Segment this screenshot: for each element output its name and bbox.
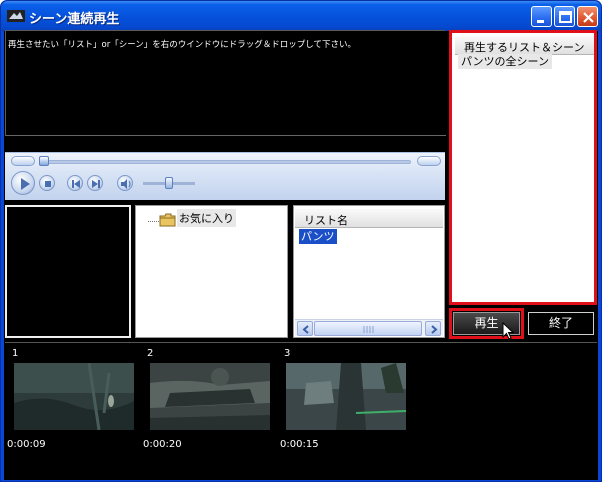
list-header[interactable]: リスト名 bbox=[295, 209, 443, 228]
scene-strip: 1 0:00:09 2 0:00:20 3 0:00:15 bbox=[5, 342, 597, 479]
folder-icon bbox=[159, 213, 176, 227]
window-title: シーン連続再生 bbox=[29, 12, 120, 27]
mouse-cursor-icon bbox=[502, 322, 515, 340]
tree-connector bbox=[148, 221, 159, 222]
chevron-right-icon bbox=[431, 325, 438, 334]
mute-button[interactable] bbox=[117, 175, 133, 191]
list-item[interactable]: パンツ bbox=[299, 229, 337, 244]
volume-handle[interactable] bbox=[165, 177, 173, 189]
play-list-panel[interactable]: 再生するリスト＆シーン パンツの全シーン bbox=[449, 30, 597, 305]
video-display[interactable]: 再生させたい「リスト」or「シーン」を右のウインドウにドラッグ＆ドロップして下さ… bbox=[5, 30, 446, 136]
scene-number: 1 bbox=[12, 348, 19, 359]
instruction-text: 再生させたい「リスト」or「シーン」を右のウインドウにドラッグ＆ドロップして下さ… bbox=[8, 40, 357, 50]
tree-item-favorites[interactable]: お気に入り bbox=[177, 209, 236, 227]
end-button[interactable]: 終了 bbox=[528, 312, 594, 335]
next-icon bbox=[92, 180, 100, 188]
close-button[interactable] bbox=[577, 6, 598, 27]
seek-forward-button[interactable] bbox=[417, 156, 441, 166]
list-header-label: リスト名 bbox=[304, 214, 348, 227]
scene-duration: 0:00:15 bbox=[280, 439, 319, 450]
play-list-header-label: 再生するリスト＆シーン bbox=[464, 41, 585, 54]
next-button[interactable] bbox=[87, 175, 103, 191]
chevron-left-icon bbox=[302, 325, 309, 334]
play-list-item[interactable]: パンツの全シーン bbox=[458, 54, 552, 69]
scene-duration: 0:00:20 bbox=[143, 439, 182, 450]
stop-icon bbox=[45, 181, 51, 187]
speaker-icon bbox=[121, 179, 131, 189]
player-controls bbox=[5, 152, 445, 200]
play-control-button[interactable] bbox=[11, 171, 35, 195]
scroll-right-button[interactable] bbox=[425, 321, 441, 336]
maximize-button[interactable] bbox=[554, 6, 575, 27]
seek-handle[interactable] bbox=[39, 156, 49, 166]
stop-button[interactable] bbox=[39, 175, 55, 191]
play-icon bbox=[21, 178, 30, 190]
favorites-tree[interactable]: お気に入り bbox=[135, 205, 288, 338]
minimize-button[interactable] bbox=[531, 6, 552, 27]
divider bbox=[6, 135, 446, 136]
scene-thumbnail[interactable] bbox=[150, 363, 270, 430]
preview-area bbox=[5, 205, 131, 338]
minimize-icon bbox=[537, 20, 544, 23]
scene-duration: 0:00:09 bbox=[7, 439, 46, 450]
horizontal-scrollbar[interactable] bbox=[295, 319, 443, 336]
play-list-header[interactable]: 再生するリスト＆シーン bbox=[455, 36, 594, 55]
scene-thumbnail[interactable] bbox=[14, 363, 134, 430]
previous-icon bbox=[72, 180, 80, 188]
scene-number: 2 bbox=[147, 348, 154, 359]
list-name-box[interactable]: リスト名 パンツ bbox=[293, 205, 445, 338]
scroll-left-button[interactable] bbox=[297, 321, 313, 336]
app-icon bbox=[7, 10, 25, 22]
seek-bar[interactable] bbox=[41, 160, 411, 164]
seek-back-button[interactable] bbox=[11, 156, 35, 166]
scene-thumbnail[interactable] bbox=[286, 363, 406, 430]
title-bar[interactable]: シーン連続再生 bbox=[1, 1, 601, 31]
scroll-thumb[interactable] bbox=[314, 321, 422, 336]
grip-icon bbox=[363, 326, 374, 333]
previous-button[interactable] bbox=[67, 175, 83, 191]
close-icon bbox=[583, 12, 594, 23]
maximize-icon bbox=[559, 11, 572, 23]
scene-number: 3 bbox=[284, 348, 291, 359]
